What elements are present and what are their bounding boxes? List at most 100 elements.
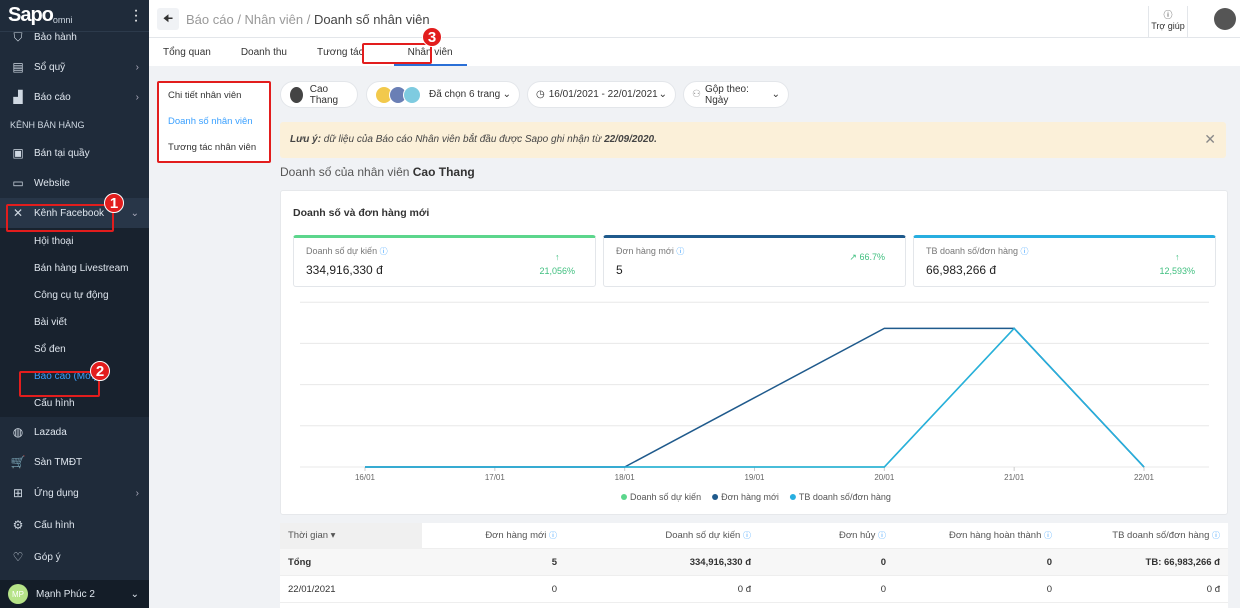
section-heading: Doanh số của nhân viên Cao Thang xyxy=(280,165,475,179)
info-icon: ⓘ xyxy=(1212,531,1220,540)
group-icon: ⚇ xyxy=(692,89,701,100)
cart-icon: 🛒 xyxy=(10,455,26,469)
table-row: 22/01/2021 0 0 đ000 đ xyxy=(280,576,1228,603)
date-range-filter[interactable]: ◷ 16/01/2021 - 22/01/2021 ⌄ xyxy=(527,81,676,108)
info-icon: ⓘ xyxy=(1044,531,1052,540)
help-icon: ⓘ xyxy=(1163,10,1173,20)
x-tick-label: 18/01 xyxy=(615,473,636,482)
close-icon[interactable]: ✕ xyxy=(1204,131,1216,148)
legend-marker[interactable] xyxy=(621,494,627,500)
top-bar: 🠈 Báo cáo / Nhân viên / Doanh số nhân vi… xyxy=(149,0,1240,38)
pages-filter[interactable]: Đã chọn 6 trang ⌄ xyxy=(366,81,520,108)
series-line xyxy=(365,327,1145,468)
sub-item-conversations[interactable]: Hội thoại xyxy=(0,228,149,255)
kpi-card: Đơn hàng mới ⓘ 5 ↗ 66.7% xyxy=(603,235,906,287)
x-tick-label: 20/01 xyxy=(874,473,895,482)
lazada-icon: ◍ xyxy=(12,425,24,439)
card-title: Doanh số và đơn hàng mới xyxy=(293,207,430,219)
sidebar-item-pos[interactable]: ▣ Bán tại quầy xyxy=(0,138,149,168)
info-icon: ⓘ xyxy=(878,531,886,540)
sales-card: Doanh số và đơn hàng mới Doanh số dự kiế… xyxy=(280,190,1228,515)
notice-banner: Lưu ý: dữ liệu của Báo cáo Nhân viên bắt… xyxy=(280,122,1226,158)
legend-label[interactable]: Doanh số dự kiến xyxy=(630,492,701,502)
monitor-icon: ▭ xyxy=(12,176,24,190)
info-icon: ⓘ xyxy=(379,247,388,256)
user-menu[interactable]: MP Mạnh Phúc 2 ⌄ xyxy=(0,580,149,608)
x-tick-label: 21/01 xyxy=(1004,473,1025,482)
table-header: Thời gian ▾ Đơn hàng mới ⓘ Doanh số dự k… xyxy=(280,522,1228,549)
arrow-up-icon: ↑ xyxy=(1174,252,1180,262)
gear-icon: ⚙ xyxy=(12,518,24,532)
kpi-change: ↑ 21,056% xyxy=(539,252,575,276)
section-label: KÊNH BÁN HÀNG xyxy=(10,120,85,130)
x-tick-label: 16/01 xyxy=(355,473,376,482)
chart-icon: ▟ xyxy=(13,90,23,104)
sub-item-blacklist[interactable]: Sổ đen xyxy=(0,336,149,363)
info-icon: ⓘ xyxy=(549,531,557,540)
sidebar-item-apps[interactable]: ⊞ Ứng dụng › xyxy=(0,477,149,509)
sidebar-item-website[interactable]: ▭ Website xyxy=(0,168,149,198)
arrow-up-icon: ↑ xyxy=(554,252,560,262)
highlight-box xyxy=(19,371,100,397)
avatar xyxy=(289,85,304,104)
data-table: Thời gian ▾ Đơn hàng mới ⓘ Doanh số dự k… xyxy=(280,522,1228,608)
arrow-up-icon: ↗ xyxy=(849,252,857,262)
legend-label[interactable]: TB doanh số/đơn hàng xyxy=(799,492,891,502)
sidebar-item-lazada[interactable]: ◍ Lazada xyxy=(0,417,149,447)
sub-item-livestream[interactable]: Bán hàng Livestream xyxy=(0,255,149,282)
highlight-box xyxy=(362,43,432,64)
chevron-down-icon: ⌄ xyxy=(130,588,139,600)
chevron-down-icon: ⌄ xyxy=(658,89,667,100)
group-by-filter[interactable]: ⚇ Gộp theo: Ngày ⌄ xyxy=(683,81,789,108)
more-icon[interactable]: · · · xyxy=(133,3,139,29)
annotation-badge: 2 xyxy=(90,361,110,381)
clock-icon: ◷ xyxy=(536,89,545,100)
sort-time-header[interactable]: Thời gian ▾ xyxy=(280,522,422,549)
tab-revenue[interactable]: Doanh thu xyxy=(241,38,287,66)
cash-icon: ▤ xyxy=(12,60,24,74)
sidebar-item-feedback[interactable]: ♡ Góp ý xyxy=(0,541,149,573)
info-icon: ⓘ xyxy=(743,531,751,540)
sidebar-item-cashbook[interactable]: ▤ Sổ quỹ › xyxy=(0,52,149,82)
breadcrumb: Báo cáo / Nhân viên / Doanh số nhân viên xyxy=(186,12,430,27)
tab-bar: Tổng quan Doanh thu Tương tác Nhân viên xyxy=(149,38,1240,66)
shield-icon: ⛉ xyxy=(13,30,23,44)
sidebar-item-marketplace[interactable]: 🛒 Sàn TMĐT xyxy=(0,447,149,477)
info-icon: ⓘ xyxy=(676,247,685,256)
tab-overview[interactable]: Tổng quan xyxy=(163,38,211,66)
logo[interactable]: Sapo omni xyxy=(0,0,149,32)
x-tick-label: 19/01 xyxy=(744,473,765,482)
staff-filter[interactable]: Cao Thang xyxy=(280,81,358,108)
help-button[interactable]: ⓘ Trợ giúp xyxy=(1148,6,1188,38)
avatar: MP xyxy=(8,584,28,604)
info-icon: ⓘ xyxy=(1020,247,1029,256)
highlight-box xyxy=(157,81,271,163)
chevron-down-icon: ⌄ xyxy=(771,89,780,100)
sidebar-item-warranty[interactable]: ⛉ Bảo hành xyxy=(0,30,149,44)
x-tick-label: 22/01 xyxy=(1134,473,1155,482)
legend-label[interactable]: Đơn hàng mới xyxy=(721,492,779,502)
kpi-value: 5 xyxy=(616,263,623,277)
legend-marker[interactable] xyxy=(712,494,719,500)
annotation-badge: 3 xyxy=(422,27,442,47)
table-row: Tổng 5 334,916,330 đ 0 0 TB: 66,983,266 đ xyxy=(280,549,1228,576)
kpi-card: TB doanh số/đơn hàng ⓘ 66,983,266 đ ↑ 12,59… xyxy=(913,235,1216,287)
x-tick-label: 17/01 xyxy=(485,473,506,482)
feedback-icon: ♡ xyxy=(12,550,24,564)
kpi-change: ↗ 66.7% xyxy=(849,252,885,262)
avatar[interactable] xyxy=(1214,8,1236,30)
back-button[interactable]: 🠈 xyxy=(157,8,179,30)
apps-icon: ⊞ xyxy=(12,486,24,500)
register-icon: ▣ xyxy=(12,146,24,160)
legend-marker[interactable] xyxy=(789,494,796,500)
sidebar-item-reports[interactable]: ▟ Báo cáo › xyxy=(0,82,149,112)
kpi-change: ↑ 12,593% xyxy=(1159,252,1195,276)
kpi-card: Doanh số dự kiến ⓘ 334,916,330 đ ↑ 21,056% xyxy=(293,235,596,287)
tab-interaction[interactable]: Tương tác xyxy=(317,38,364,66)
sidebar-item-settings[interactable]: ⚙ Cấu hình xyxy=(0,509,149,541)
sub-item-posts[interactable]: Bài viết xyxy=(0,309,149,336)
sub-item-automation[interactable]: Công cụ tự động xyxy=(0,282,149,309)
line-chart: 16/01 17/01 18/01 19/01 20/01 21/01 22/01 Doanh… xyxy=(300,301,1209,502)
sidebar: Sapo omni · · · ⛉ Bảo hành ▤ Sổ quỹ › ▟ Báo cáo… xyxy=(0,0,149,608)
chevron-down-icon: ⌄ xyxy=(502,89,511,100)
